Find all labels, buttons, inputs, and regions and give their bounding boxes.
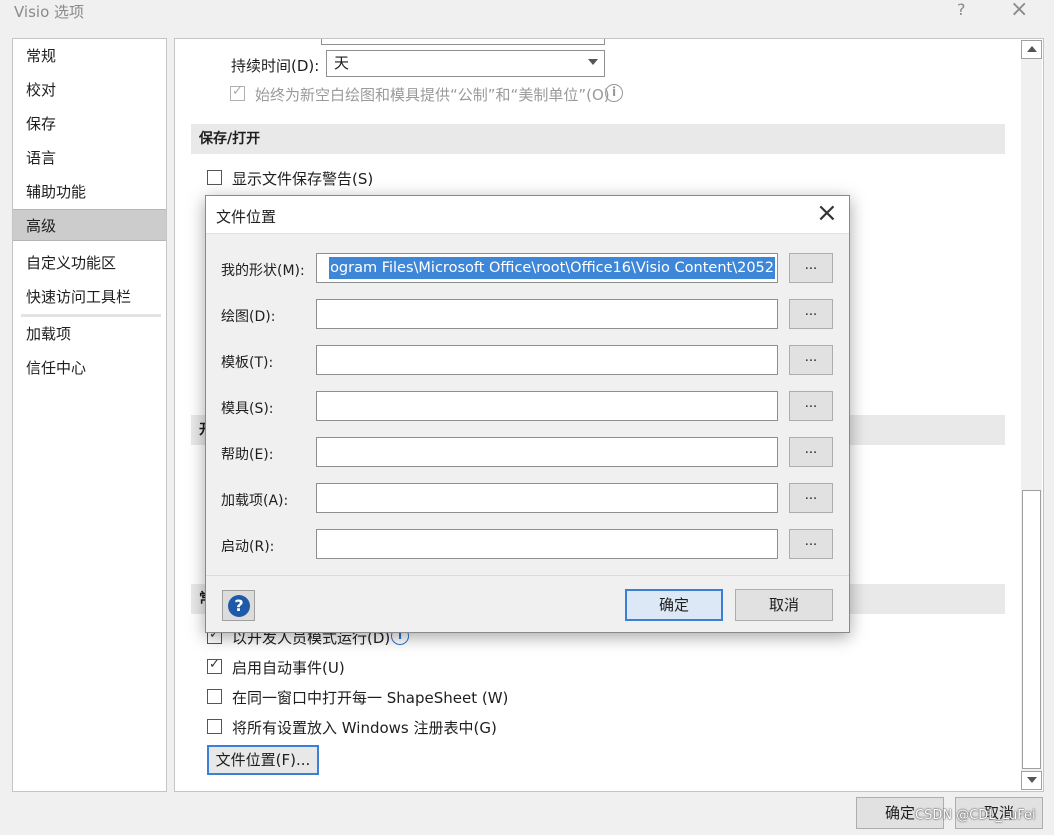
- shapesheet-checkbox[interactable]: [207, 689, 222, 704]
- nav-item-general[interactable]: 常规: [13, 40, 166, 72]
- scroll-thumb[interactable]: [1022, 490, 1041, 769]
- close-icon[interactable]: ×: [816, 198, 838, 228]
- auto-events-label: 启用自动事件(U): [232, 659, 345, 677]
- dialog-help-button[interactable]: ?: [222, 590, 255, 621]
- templates-browse-button[interactable]: ...: [789, 345, 833, 375]
- content-scrollbar[interactable]: [1021, 40, 1042, 790]
- save-warning-label: 显示文件保存警告(S): [232, 170, 374, 188]
- file-locations-dialog: 文件位置 × 我的形状(M): ogram Files\Microsoft Of…: [205, 195, 850, 633]
- drawings-field[interactable]: [316, 299, 778, 329]
- dialog-cancel-button[interactable]: 取消: [735, 589, 833, 621]
- my-shapes-value: ogram Files\Microsoft Office\root\Office…: [329, 257, 775, 279]
- section-save-open: 保存/打开: [191, 124, 1005, 154]
- help-label: 帮助(E):: [221, 447, 274, 463]
- add-ons-field[interactable]: [316, 483, 778, 513]
- my-shapes-label: 我的形状(M):: [221, 263, 305, 279]
- scroll-up-icon[interactable]: [1021, 40, 1042, 59]
- help-browse-button[interactable]: ...: [789, 437, 833, 467]
- nav-item-add-ins[interactable]: 加载项: [13, 318, 166, 350]
- nav-divider: [21, 314, 161, 317]
- nav-item-trust-center[interactable]: 信任中心: [13, 352, 166, 384]
- window-title: Visio 选项: [14, 3, 85, 21]
- dialog-ok-button[interactable]: 确定: [625, 589, 723, 621]
- startup-field[interactable]: [316, 529, 778, 559]
- help-icon[interactable]: ?: [957, 0, 966, 19]
- file-locations-button[interactable]: 文件位置(F)...: [207, 745, 319, 775]
- dialog-divider: [206, 575, 849, 576]
- nav-item-quick-access-toolbar[interactable]: 快速访问工具栏: [13, 281, 166, 313]
- shapesheet-label: 在同一窗口中打开每一 ShapeSheet (W): [232, 689, 509, 707]
- auto-events-checkbox[interactable]: [207, 657, 222, 674]
- help-icon: ?: [228, 595, 250, 617]
- nav-item-customize-ribbon[interactable]: 自定义功能区: [13, 247, 166, 279]
- clipped-field[interactable]: [321, 39, 605, 45]
- startup-browse-button[interactable]: ...: [789, 529, 833, 559]
- chevron-down-icon: [588, 59, 598, 65]
- window-titlebar: Visio 选项 ? ×: [0, 0, 1054, 22]
- metric-units-checkbox[interactable]: [230, 84, 245, 101]
- startup-label: 启动(R):: [221, 539, 275, 555]
- add-ons-label: 加载项(A):: [221, 493, 289, 509]
- stencils-browse-button[interactable]: ...: [789, 391, 833, 421]
- drawings-browse-button[interactable]: ...: [789, 299, 833, 329]
- save-warning-checkbox[interactable]: [207, 170, 222, 185]
- templates-field[interactable]: [316, 345, 778, 375]
- watermark: CSDN @CDL_LuFei: [915, 808, 1036, 823]
- scroll-down-icon[interactable]: [1021, 771, 1042, 790]
- stencils-label: 模具(S):: [221, 401, 274, 417]
- add-ons-browse-button[interactable]: ...: [789, 483, 833, 513]
- info-icon: i: [605, 84, 623, 102]
- my-shapes-browse-button[interactable]: ...: [789, 253, 833, 283]
- help-field[interactable]: [316, 437, 778, 467]
- metric-units-label: 始终为新空白绘图和模具提供“公制”和“美制单位”(O): [255, 86, 610, 104]
- stencils-field[interactable]: [316, 391, 778, 421]
- my-shapes-field[interactable]: ogram Files\Microsoft Office\root\Office…: [316, 253, 778, 283]
- registry-label: 将所有设置放入 Windows 注册表中(G): [232, 719, 497, 737]
- templates-label: 模板(T):: [221, 355, 274, 371]
- nav-item-proofing[interactable]: 校对: [13, 74, 166, 106]
- dialog-title: 文件位置: [216, 208, 277, 226]
- close-icon[interactable]: ×: [1010, 0, 1028, 22]
- duration-label: 持续时间(D):: [231, 57, 320, 75]
- nav-item-accessibility[interactable]: 辅助功能: [13, 176, 166, 208]
- duration-value: 天: [334, 54, 350, 72]
- registry-checkbox[interactable]: [207, 719, 222, 734]
- options-nav: 常规 校对 保存 语言 辅助功能 高级 自定义功能区 快速访问工具栏 加载项 信…: [12, 38, 167, 792]
- nav-item-save[interactable]: 保存: [13, 108, 166, 140]
- nav-item-advanced[interactable]: 高级: [13, 209, 166, 241]
- drawings-label: 绘图(D):: [221, 309, 276, 325]
- dialog-titlebar: 文件位置 ×: [206, 196, 849, 234]
- nav-item-language[interactable]: 语言: [13, 142, 166, 174]
- duration-select[interactable]: 天: [326, 50, 605, 77]
